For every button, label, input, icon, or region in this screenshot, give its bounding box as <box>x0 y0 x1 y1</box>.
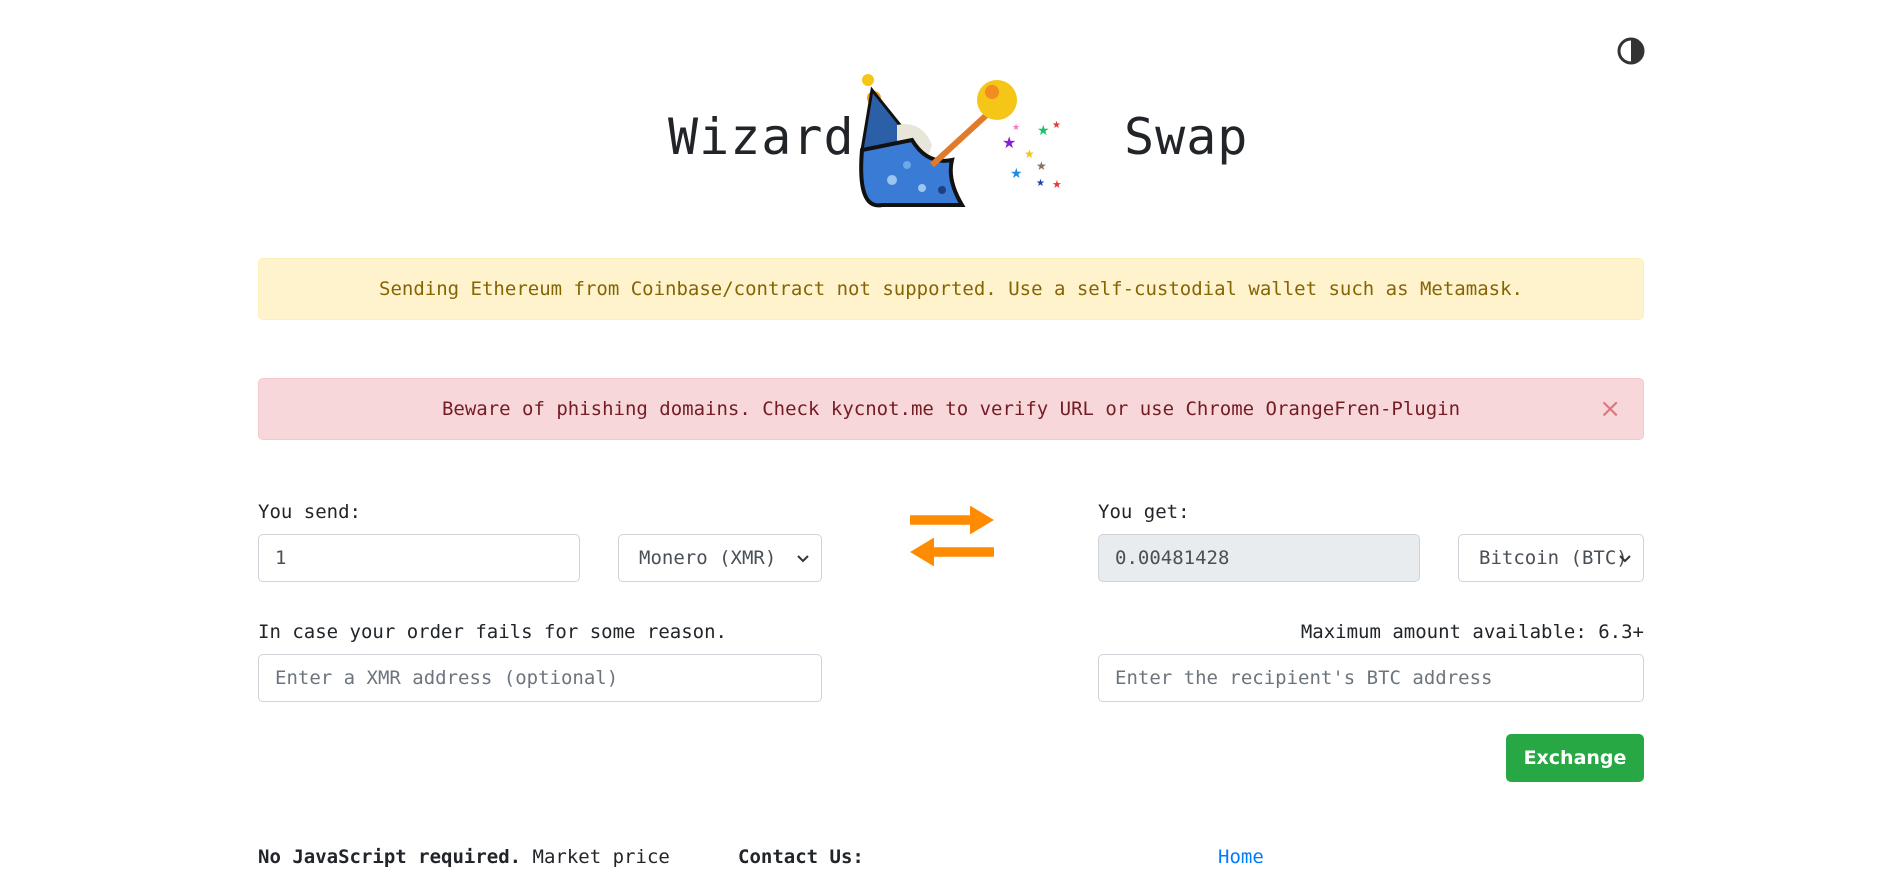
recipient-address-input[interactable] <box>1098 654 1644 702</box>
refund-label: In case your order fails for some reason… <box>258 621 727 643</box>
get-amount-input[interactable] <box>1098 534 1420 582</box>
send-currency-select[interactable]: Monero (XMR) <box>618 534 822 582</box>
send-amount-input[interactable] <box>258 534 580 582</box>
svg-text:★: ★ <box>1052 178 1062 191</box>
footer-contact-heading: Contact Us: <box>738 846 864 868</box>
svg-text:★: ★ <box>1002 133 1016 152</box>
phishing-alert-text: Beware of phishing domains. Check kycnot… <box>441 398 1461 420</box>
max-amount-label: Maximum amount available: 6.3+ <box>1300 621 1644 643</box>
send-currency-value: Monero (XMR) <box>639 547 777 569</box>
svg-text:★: ★ <box>1012 123 1020 133</box>
wizard-illustration: ★ ★ ★ ★ ★ ★ ★ ★ ★ <box>859 74 1062 208</box>
exchange-button[interactable]: Exchange <box>1506 734 1644 782</box>
get-label: You get: <box>1098 501 1190 523</box>
footer-market-price: Market price <box>521 846 670 868</box>
svg-text:★: ★ <box>1037 123 1050 139</box>
chevron-down-icon <box>797 555 809 563</box>
footer-home-link[interactable]: Home <box>1218 845 1264 869</box>
footer-info: No JavaScript required. Market price <box>258 845 670 869</box>
send-label: You send: <box>258 501 361 523</box>
logo-word-left: Wizard <box>668 108 855 166</box>
svg-text:★: ★ <box>1024 147 1035 161</box>
svg-text:★: ★ <box>1036 178 1045 189</box>
svg-text:★: ★ <box>1036 159 1047 173</box>
get-currency-value: Bitcoin (BTC) <box>1479 547 1628 569</box>
svg-text:★: ★ <box>1052 120 1061 131</box>
refund-address-input[interactable] <box>258 654 822 702</box>
footer-no-js: No JavaScript required. <box>258 846 522 868</box>
chevron-down-icon <box>1619 555 1631 563</box>
svg-text:★: ★ <box>1010 166 1023 182</box>
swap-arrows-icon[interactable] <box>910 506 994 568</box>
close-icon[interactable]: × <box>1599 396 1621 422</box>
warning-alert-text: Sending Ethereum from Coinbase/contract … <box>379 278 1523 300</box>
logo-word-right: Swap <box>1124 108 1249 166</box>
warning-alert: Sending Ethereum from Coinbase/contract … <box>258 258 1644 320</box>
site-logo[interactable]: Wizard ★ ★ ★ ★ ★ ★ ★ ★ ★ Swap <box>0 70 1898 220</box>
theme-toggle-icon[interactable] <box>1616 36 1646 66</box>
phishing-alert: Beware of phishing domains. Check kycnot… <box>258 378 1644 440</box>
get-currency-select[interactable]: Bitcoin (BTC) <box>1458 534 1644 582</box>
